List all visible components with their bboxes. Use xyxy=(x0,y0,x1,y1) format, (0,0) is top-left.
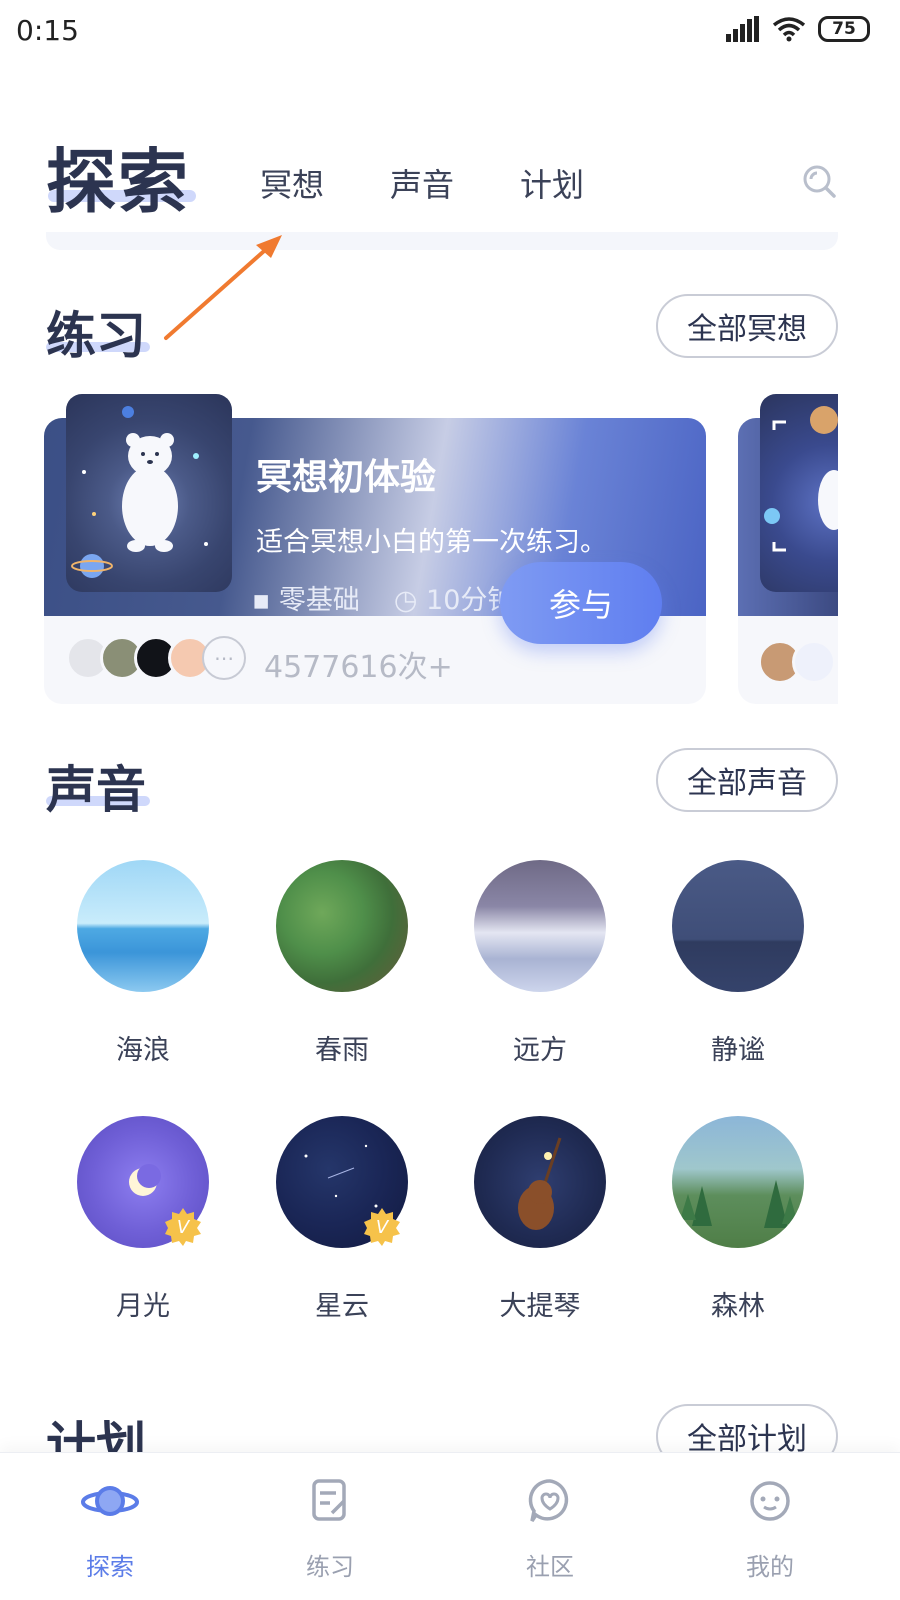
card-meta: ▪ 零基础 ◷ 10分钟 xyxy=(252,578,514,617)
header-divider xyxy=(46,232,838,250)
cello-image xyxy=(474,1116,606,1248)
explore-header: 探索 冥想 声音 计划 xyxy=(0,110,900,223)
tab-meditation[interactable]: 冥想 xyxy=(260,160,324,206)
sound-label: 春雨 xyxy=(315,1035,369,1066)
header-tabs: 冥想 声音 计划 xyxy=(260,160,584,206)
svg-text:V: V xyxy=(177,1217,191,1238)
sound-item-cello[interactable]: 大提琴 xyxy=(460,1116,620,1323)
nav-item-practice[interactable]: 练习 xyxy=(270,1471,390,1582)
sound-label: 大提琴 xyxy=(499,1291,581,1322)
signal-icon xyxy=(726,16,759,42)
status-bar: 0:15 75 xyxy=(0,0,900,60)
nav-label: 练习 xyxy=(306,1553,354,1581)
bear-planet-icon xyxy=(764,406,838,552)
polar-bear-icon xyxy=(71,406,208,578)
tab-plans[interactable]: 计划 xyxy=(520,160,584,206)
search-icon xyxy=(803,165,836,198)
wifi-icon xyxy=(772,17,806,42)
all-sounds-button[interactable]: 全部声音 xyxy=(656,748,838,812)
bottom-nav: 探索 练习 社区 我的 xyxy=(0,1452,900,1600)
nav-label: 我的 xyxy=(746,1553,794,1581)
cello-icon xyxy=(518,1137,562,1230)
join-button[interactable]: 参与 xyxy=(500,562,662,644)
status-icons: 75 xyxy=(726,16,870,42)
community-icon xyxy=(528,1479,569,1522)
mountain-image xyxy=(474,860,606,992)
all-meditations-button[interactable]: 全部冥想 xyxy=(656,294,838,358)
status-time: 0:15 xyxy=(16,14,79,47)
duration-tag: ◷ 10分钟 xyxy=(393,585,515,616)
forest-image xyxy=(672,1116,804,1248)
card-description: 适合冥想小白的第一次练习。 xyxy=(256,527,607,558)
participant-avatars: ⋯ xyxy=(66,636,246,680)
profile-icon xyxy=(750,1481,790,1521)
sound-item-nebula[interactable]: V 星云 xyxy=(262,1116,422,1323)
card-next-artwork xyxy=(760,394,838,592)
clock-icon: ◷ xyxy=(393,585,418,616)
polar-bear-artwork xyxy=(66,394,232,592)
waves-image xyxy=(77,860,209,992)
vip-badge-icon: V xyxy=(165,1208,201,1246)
svg-text:V: V xyxy=(376,1217,390,1238)
level-tag: ▪ 零基础 xyxy=(252,585,360,616)
nav-label: 探索 xyxy=(86,1553,134,1581)
sound-label: 森林 xyxy=(711,1291,765,1322)
vip-badge-icon: V xyxy=(364,1208,400,1246)
sound-item-forest[interactable]: 森林 xyxy=(658,1116,818,1323)
spring-rain-image xyxy=(276,860,408,992)
battery-indicator: 75 xyxy=(818,16,870,42)
practice-icon xyxy=(312,1479,346,1521)
tab-sounds[interactable]: 声音 xyxy=(390,160,454,206)
sound-label: 月光 xyxy=(116,1291,170,1322)
sound-label: 星云 xyxy=(315,1291,369,1322)
avatar xyxy=(792,640,836,684)
sound-item-spring-rain[interactable]: 春雨 xyxy=(262,860,422,1067)
nav-item-profile[interactable]: 我的 xyxy=(710,1471,830,1582)
sounds-section-title: 声音 xyxy=(46,761,146,819)
sound-item-quiet[interactable]: 静谧 xyxy=(658,860,818,1067)
card-title: 冥想初体验 xyxy=(256,457,437,498)
sound-label: 远方 xyxy=(513,1035,567,1066)
planet-icon xyxy=(81,1486,139,1516)
practice-section-title: 练习 xyxy=(46,307,146,365)
more-avatars-icon: ⋯ xyxy=(202,636,246,680)
sound-item-waves[interactable]: 海浪 xyxy=(63,860,223,1067)
trees-icon xyxy=(680,1180,798,1228)
page-title: 探索 xyxy=(46,141,190,223)
sound-item-moonlight[interactable]: V 月光 xyxy=(63,1116,223,1323)
sound-label: 海浪 xyxy=(116,1035,170,1066)
search-button[interactable] xyxy=(800,162,840,202)
sound-label: 静谧 xyxy=(711,1035,765,1066)
nav-label: 社区 xyxy=(526,1553,574,1581)
nav-item-community[interactable]: 社区 xyxy=(490,1471,610,1582)
nav-item-explore[interactable]: 探索 xyxy=(50,1471,170,1582)
sound-item-distance[interactable]: 远方 xyxy=(460,860,620,1067)
participant-count: 4577616次+ xyxy=(264,650,453,685)
quiet-lake-image xyxy=(672,860,804,992)
